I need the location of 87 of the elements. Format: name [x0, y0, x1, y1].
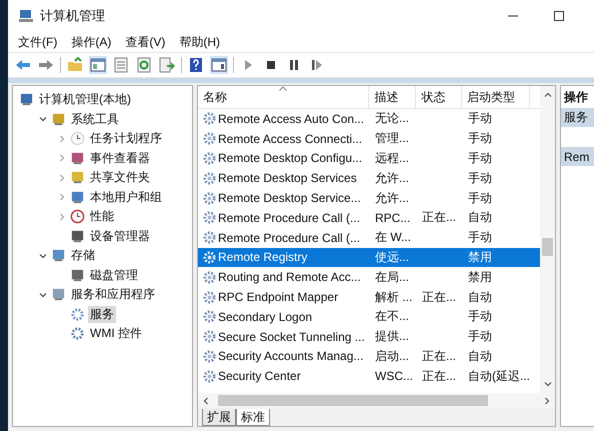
table-cell: Remote Access Connecti... — [218, 132, 362, 146]
table-row[interactable]: Remote Access Auto Con... 无论... 手动 — [198, 109, 540, 129]
actions-header: 操作 — [562, 88, 589, 106]
table-cell-text: 启动... — [374, 348, 410, 365]
table-cell-text: 提供... — [374, 328, 410, 346]
table-row[interactable]: Remote Procedure Call (... RPC... 正在... 自动 — [198, 208, 540, 228]
table-cell-text: 允许... — [374, 170, 410, 187]
table-cell-text: 远程... — [374, 150, 410, 167]
table-cell-text: 手动 — [467, 328, 493, 346]
table-cell-text: 无论... — [374, 110, 410, 128]
table-row[interactable]: Remote Desktop Service... 允许... 手动 — [198, 188, 540, 208]
table-cell-text: 在局... — [374, 268, 410, 286]
table-cell: Remote Access Auto Con... — [218, 112, 364, 126]
table-cell: Security Accounts Manag... — [218, 349, 364, 364]
tree-item[interactable]: 服务 — [88, 306, 116, 323]
table-cell-text: 手动 — [467, 130, 493, 148]
table-cell-text: 禁用 — [467, 268, 493, 286]
table-cell: Remote Registry — [218, 250, 308, 264]
table-cell-text: 手动 — [467, 110, 493, 128]
table-cell-text: 手动 — [467, 150, 493, 167]
tree-item[interactable]: 性能 — [88, 208, 116, 226]
table-cell-text: 允许... — [374, 190, 410, 207]
table-cell-text: RPC... — [374, 210, 412, 225]
table-cell-text: 自动 — [467, 348, 493, 365]
table-cell-text: 手动 — [467, 170, 493, 187]
menu-item[interactable]: 帮助(H) — [179, 34, 220, 50]
table-cell: Remote Procedure Call (... — [218, 230, 360, 245]
view-tab[interactable]: 标准 — [236, 409, 270, 426]
table-cell-text: 管理... — [374, 130, 410, 148]
table-row[interactable]: Remote Desktop Services 允许... 手动 — [198, 168, 540, 188]
tree-item[interactable]: 服务和应用程序 — [69, 286, 157, 304]
column-header[interactable]: 启动类型 — [462, 86, 530, 108]
table-row[interactable]: Security Center WSC... 正在... 自动(延迟... — [198, 366, 540, 386]
table-cell-text: 自动(延迟... — [467, 368, 531, 385]
table-cell: Security Center — [218, 369, 301, 384]
table-cell: Remote Desktop Services — [218, 171, 357, 186]
column-header[interactable]: 描述 — [369, 86, 416, 108]
table-row[interactable]: Remote Access Connecti... 管理... 手动 — [198, 128, 540, 149]
table-cell: 正在... — [422, 368, 456, 385]
tree-item[interactable]: 共享文件夹 — [88, 169, 152, 186]
table-cell-text: 在不... — [374, 308, 410, 326]
table-cell-text: 解析 ... — [374, 288, 414, 306]
table-cell: Remote Procedure Call (... — [218, 210, 360, 225]
view-tab[interactable]: 扩展 — [202, 409, 236, 426]
table-cell: Secure Socket Tunneling ... — [218, 330, 365, 344]
table-cell-text: 在 W... — [374, 229, 412, 246]
table-cell-text: 自动 — [467, 209, 493, 226]
tree-item[interactable]: 设备管理器 — [88, 228, 152, 245]
table-row[interactable]: Security Accounts Manag... 启动... 正在... 自动 — [198, 346, 540, 366]
tree-item[interactable]: 任务计划程序 — [88, 130, 164, 148]
table-cell-text: 自动 — [467, 288, 493, 306]
table-row[interactable]: Secure Socket Tunneling ... 提供... 手动 — [198, 326, 540, 347]
table-cell-text: 使远... — [374, 248, 410, 266]
tree-item[interactable]: 事件查看器 — [88, 150, 152, 167]
tree-item[interactable]: 计算机管理(本地) — [37, 91, 133, 108]
actions-section[interactable]: Rem — [561, 147, 594, 166]
tree-item[interactable]: 系统工具 — [69, 110, 121, 128]
table-cell-text: 手动 — [467, 229, 493, 246]
tree-item[interactable]: 本地用户和组 — [88, 188, 164, 206]
tree-item[interactable]: 磁盘管理 — [88, 266, 140, 284]
table-cell: Remote Desktop Service... — [218, 191, 361, 206]
column-header[interactable]: 名称 — [198, 86, 370, 108]
table-row[interactable]: RPC Endpoint Mapper 解析 ... 正在... 自动 — [198, 287, 540, 307]
table-cell: RPC Endpoint Mapper — [218, 290, 338, 304]
table-cell-text: 手动 — [467, 308, 493, 326]
table-row[interactable]: Remote Registry 使远... 禁用 — [198, 248, 540, 268]
table-cell: 正在... — [422, 348, 456, 365]
table-cell-text: 禁用 — [467, 248, 493, 266]
table-cell-text: WSC... — [374, 369, 414, 384]
table-cell-text: 手动 — [467, 190, 493, 207]
table-cell: 正在... — [422, 288, 456, 306]
window-title: 计算机管理 — [40, 7, 105, 25]
menu-item[interactable]: 文件(F) — [18, 34, 58, 50]
tree-item[interactable]: WMI 控件 — [88, 325, 144, 342]
table-cell: Secondary Logon — [218, 310, 312, 324]
table-cell: Remote Desktop Configu... — [218, 151, 362, 166]
tree-item[interactable]: 存储 — [69, 247, 97, 264]
table-row[interactable]: Secondary Logon 在不... 手动 — [198, 306, 540, 327]
table-row[interactable]: Remote Procedure Call (... 在 W... 手动 — [198, 228, 540, 248]
menu-item[interactable]: 查看(V) — [125, 34, 166, 50]
table-row[interactable]: Routing and Remote Acc... 在局... 禁用 — [198, 267, 540, 288]
table-row[interactable]: Remote Desktop Configu... 远程... 手动 — [198, 148, 540, 168]
table-cell: Routing and Remote Acc... — [218, 270, 361, 284]
menu-item[interactable]: 操作(A) — [71, 34, 112, 50]
actions-section[interactable]: 服务 — [561, 108, 594, 127]
column-header[interactable]: 状态 — [416, 86, 462, 108]
table-cell: 正在... — [422, 209, 456, 226]
